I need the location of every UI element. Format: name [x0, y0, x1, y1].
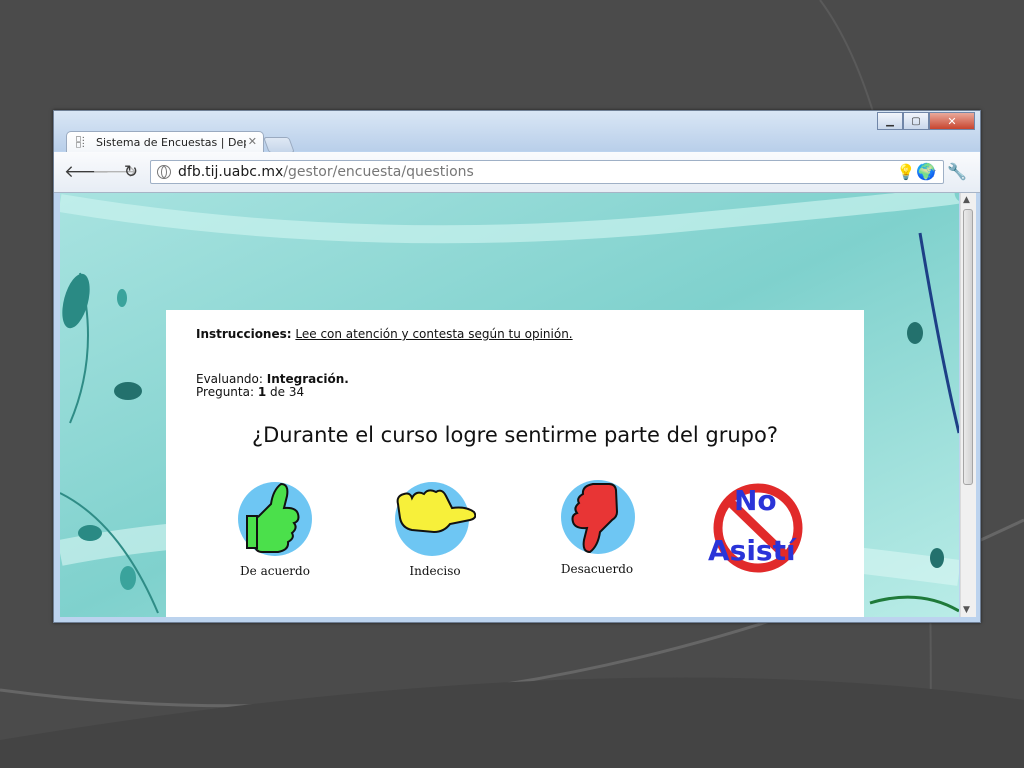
question-number: 1 — [257, 385, 267, 399]
no-asisti-logo-text: No — [734, 484, 777, 517]
browser-toolbar: 🡐 🡒 ↻ dfb.tij.uabc.mx/gestor/encuesta/qu… — [54, 152, 980, 193]
bulb-icon[interactable]: 💡 — [897, 163, 916, 181]
close-button[interactable]: ✕ — [929, 112, 975, 130]
question-of: de — [270, 385, 286, 399]
page-viewport: Instrucciones: Lee con atención y contes… — [60, 193, 959, 617]
maximize-button[interactable]: ▢ — [903, 112, 929, 130]
question-label: Pregunta: — [196, 385, 255, 399]
survey-card: Instrucciones: Lee con atención y contes… — [166, 310, 864, 617]
option-no-asisti[interactable]: No Asistí — [706, 480, 810, 578]
no-attendance-icon: No Asistí — [708, 483, 803, 573]
page-favicon-icon: □: □: — [76, 134, 86, 149]
browser-tab[interactable]: □: □: Sistema de Encuestas | Depa ✕ — [66, 131, 264, 153]
option-label: Indeciso — [409, 564, 461, 578]
minimize-button[interactable]: ▁ — [877, 112, 903, 130]
title-bar: ▁ ▢ ✕ □: □: Sistema de Encuestas | Depa ✕ — [54, 111, 980, 153]
question-total: 34 — [288, 385, 305, 399]
no-asisti-logo-text: Asistí — [708, 534, 797, 567]
browser-window: ▁ ▢ ✕ □: □: Sistema de Encuestas | Depa ✕… — [53, 110, 981, 623]
address-bar[interactable]: dfb.tij.uabc.mx/gestor/encuesta/question… — [150, 160, 944, 184]
wrench-menu-icon[interactable]: 🔧 — [947, 162, 967, 181]
instructions-label: Instrucciones: — [196, 327, 292, 341]
forward-arrow-icon[interactable]: 🡒 — [92, 162, 138, 182]
tab-title: Sistema de Encuestas | Depa — [96, 136, 246, 149]
back-arrow-icon[interactable]: 🡐 — [64, 162, 110, 182]
thumbs-down-icon — [561, 480, 635, 554]
option-desacuerdo[interactable]: Desacuerdo — [556, 478, 638, 576]
instructions-link[interactable]: Lee con atención y contesta según tu opi… — [295, 327, 572, 341]
thumbs-up-icon — [238, 482, 312, 556]
url-text[interactable]: dfb.tij.uabc.mx/gestor/encuesta/question… — [178, 164, 474, 180]
evaluating-value: Integración. — [266, 372, 349, 386]
reload-icon[interactable]: ↻ — [120, 162, 142, 182]
new-tab-button[interactable] — [263, 137, 295, 153]
option-indeciso[interactable]: Indeciso — [394, 480, 477, 578]
thumb-sideways-icon — [395, 482, 477, 556]
extension-globe-icon[interactable]: 🌍 — [916, 162, 936, 181]
scrollbar-thumb[interactable] — [963, 209, 973, 485]
tab-close-icon[interactable]: ✕ — [248, 135, 257, 148]
evaluating-label: Evaluando: — [196, 372, 263, 386]
globe-icon — [157, 165, 171, 179]
option-de-acuerdo[interactable]: De acuerdo — [236, 480, 314, 578]
option-label: De acuerdo — [240, 564, 310, 578]
instructions: Instrucciones: Lee con atención y contes… — [196, 327, 573, 341]
vertical-scrollbar[interactable]: ▲ ▼ — [960, 193, 976, 617]
option-label: Desacuerdo — [560, 562, 634, 576]
scroll-up-arrow-icon[interactable]: ▲ — [963, 195, 970, 205]
scroll-down-arrow-icon[interactable]: ▼ — [963, 605, 970, 615]
question-text: ¿Durante el curso logre sentirme parte d… — [251, 423, 778, 447]
evaluation-info: Evaluando: Integración. Pregunta: 1 de 3… — [196, 373, 349, 399]
